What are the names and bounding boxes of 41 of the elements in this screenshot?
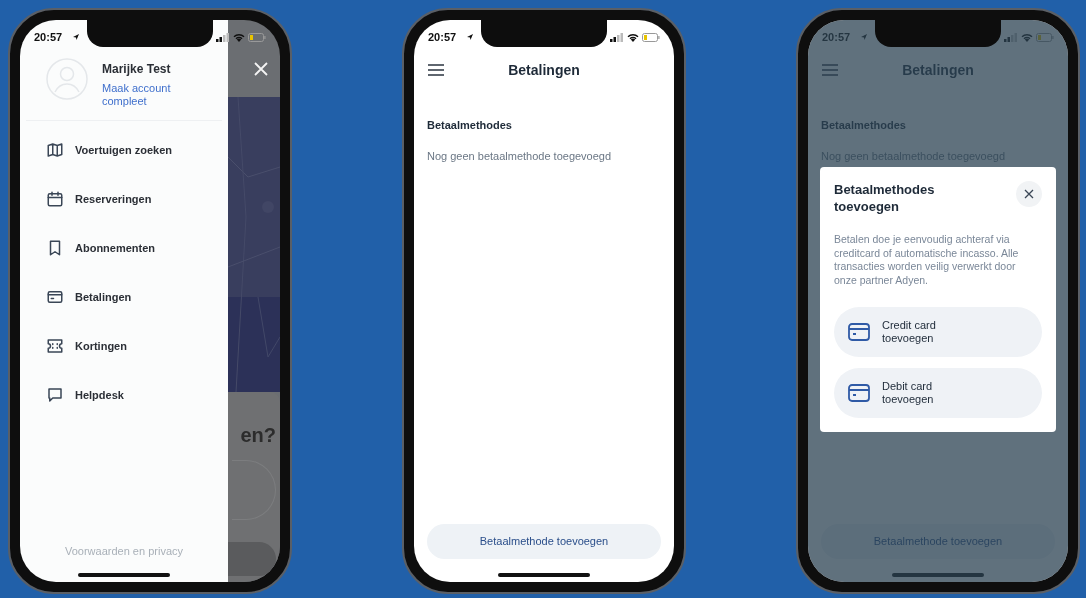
wifi-icon <box>233 32 245 42</box>
credit-card-icon <box>46 288 64 306</box>
empty-state-text: Nog geen betaalmethode toegevoegd <box>427 148 613 164</box>
page-title: Betalingen <box>902 60 974 80</box>
add-card-option[interactable]: Credit card toevoegen <box>834 307 1042 357</box>
menu-item[interactable]: Helpdesk <box>46 384 228 406</box>
complete-account-link[interactable]: Maak account compleet <box>102 82 192 108</box>
close-button[interactable] <box>1016 181 1042 207</box>
battery-icon <box>642 32 660 42</box>
modal-description: Betalen doe je eenvoudig achteraf via creditcard of automatische incasso. Alle transacties worden veilig verwerkt door onze partner Adyen. <box>834 233 1020 287</box>
modal-title: Betaalmethodes toevoegen <box>834 181 936 215</box>
close-icon[interactable] <box>254 62 268 76</box>
page-title: Betalingen <box>508 60 580 80</box>
menu-item[interactable]: Reserveringen <box>46 188 228 210</box>
sheet-title: en? <box>240 423 276 448</box>
close-icon <box>1024 189 1034 199</box>
status-time: 20:57 <box>34 29 63 45</box>
menu-item[interactable]: Abonnementen <box>46 237 228 259</box>
status-time: 20:57 <box>428 29 457 45</box>
credit-card-icon <box>848 323 870 341</box>
ticket-icon <box>46 337 64 355</box>
map-icon <box>46 141 64 159</box>
status-time: 20:57 <box>822 29 851 45</box>
battery-icon <box>248 32 266 42</box>
signal-icon <box>610 32 624 42</box>
section-title: Betaalmethodes <box>427 118 513 133</box>
menu-item[interactable]: Voertuigen zoeken <box>46 139 228 161</box>
location-arrow-icon <box>466 33 474 41</box>
calendar-icon <box>46 190 64 208</box>
menu-item[interactable]: Betalingen <box>46 286 228 308</box>
signal-icon <box>216 32 230 42</box>
chat-bubble-icon <box>46 386 64 404</box>
menu-item[interactable]: Kortingen <box>46 335 228 357</box>
add-payment-method-button[interactable]: Betaalmethode toevoegen <box>427 524 661 559</box>
section-title: Betaalmethodes <box>821 118 907 133</box>
location-arrow-icon <box>72 33 80 41</box>
add-card-option[interactable]: Debit card toevoegen <box>834 368 1042 418</box>
wifi-icon <box>627 32 639 42</box>
profile-name: Marijke Test <box>102 61 172 78</box>
credit-card-icon <box>848 384 870 402</box>
menu-icon[interactable] <box>428 64 444 76</box>
